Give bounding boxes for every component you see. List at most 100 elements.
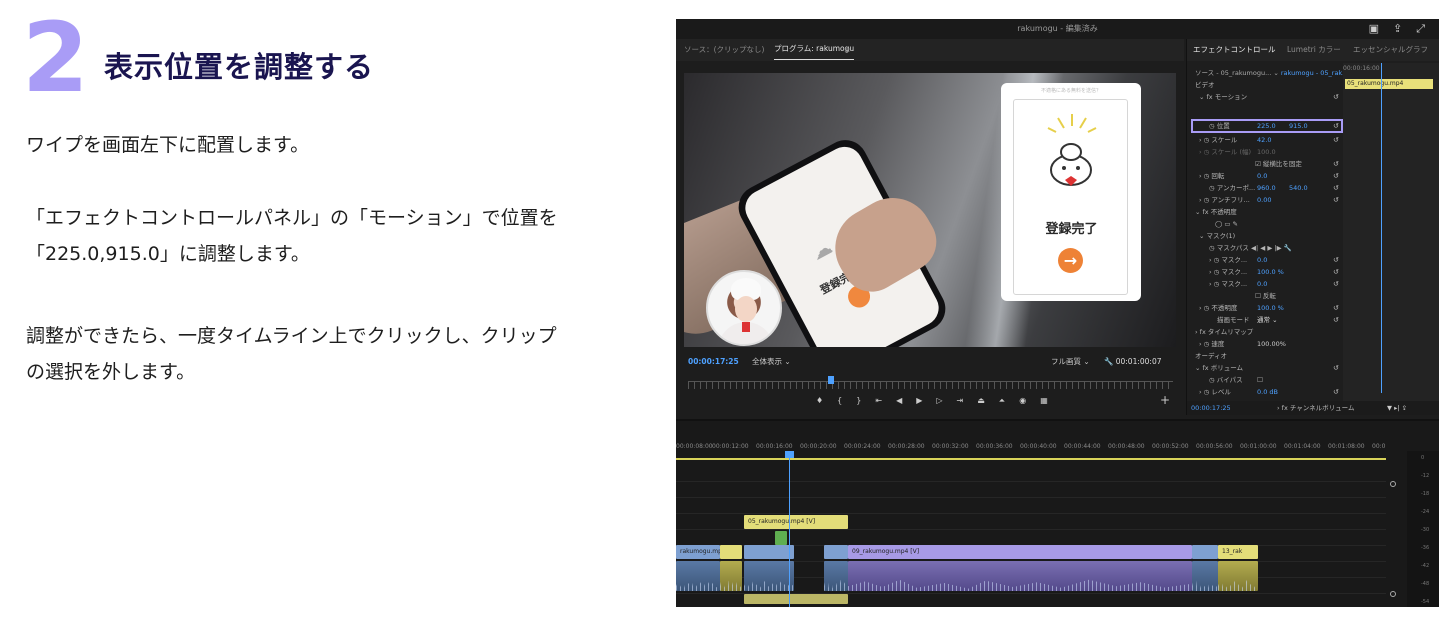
wipe-circle[interactable] xyxy=(706,270,782,346)
timeline-playhead[interactable] xyxy=(785,451,794,458)
reset-icon[interactable]: ↺ xyxy=(1333,278,1339,290)
timeline-zoom-scroll[interactable] xyxy=(1388,461,1400,607)
ec-row-rotation[interactable]: › ◷ 回転 0.0 ↺ xyxy=(1195,170,1341,182)
share-icon[interactable]: ⇪ xyxy=(1393,22,1402,36)
mark-in-icon[interactable]: { xyxy=(837,396,842,410)
ec-row-scale[interactable]: › ◷ スケール 42.0 ↺ xyxy=(1195,134,1341,146)
go-to-out-icon[interactable]: ⇥ xyxy=(957,396,964,410)
go-to-in-icon[interactable]: ⇤ xyxy=(875,396,882,410)
tab-effect-controls[interactable]: エフェクトコントロール xyxy=(1193,39,1276,61)
reset-icon[interactable]: ↺ xyxy=(1333,266,1339,278)
reset-icon[interactable]: ↺ xyxy=(1333,182,1339,194)
reset-icon[interactable]: ↺ xyxy=(1333,362,1339,374)
ec-mini-timeline[interactable]: 00:00:16:00 05_rakumogu.mp4 xyxy=(1343,63,1439,415)
tab-essential-graphics[interactable]: エッセンシャルグラフ xyxy=(1353,39,1428,61)
monitor-playhead[interactable] xyxy=(828,376,834,384)
clip-v1-blue-2[interactable] xyxy=(824,545,848,559)
reset-icon[interactable]: ↺ xyxy=(1333,386,1339,398)
audio-clip[interactable] xyxy=(676,561,720,591)
step-back-icon[interactable]: ◀ xyxy=(896,396,902,410)
anchor-x-value[interactable]: 960.0 xyxy=(1257,182,1276,194)
mask-feather-value[interactable]: 0.0 xyxy=(1257,254,1267,266)
ec-channel-volume[interactable]: › fx チャンネルボリューム xyxy=(1277,401,1355,415)
ec-row-opacity[interactable]: › ◷ 不透明度 100.0 % ↺ xyxy=(1195,302,1341,314)
scroll-handle-top[interactable] xyxy=(1390,481,1396,487)
reset-icon[interactable]: ↺ xyxy=(1333,91,1339,103)
tab-source-monitor[interactable]: ソース：(クリップなし) xyxy=(684,39,764,61)
clip-green[interactable] xyxy=(775,531,787,545)
ec-row-speed[interactable]: › ◷ 速度 100.00% xyxy=(1195,338,1341,350)
panel-menu-icon[interactable]: ≡ xyxy=(844,39,850,61)
filter-icon[interactable]: ▼ ▸| ⇪ xyxy=(1387,401,1407,415)
reset-icon[interactable]: ↺ xyxy=(1333,120,1339,132)
timeline-playhead-line[interactable] xyxy=(789,451,790,607)
ec-row-motion[interactable]: ⌄ fx モーション ↺ xyxy=(1195,91,1341,103)
ec-playhead[interactable] xyxy=(1381,63,1382,393)
clip-v1-blue[interactable] xyxy=(744,545,794,559)
timeline-panel[interactable]: 00:00:08:00 00:00:12:00 00:00:16:00 00:0… xyxy=(676,419,1439,607)
ec-row-mask[interactable]: ⌄ マスク(1) xyxy=(1195,230,1341,242)
work-area-bar[interactable] xyxy=(676,458,1386,460)
blend-select[interactable]: 通常 ⌄ xyxy=(1257,314,1278,326)
ec-row-opacity-header[interactable]: ⌄ fx 不透明度 xyxy=(1195,206,1341,218)
ec-row-uniform[interactable]: ☑ 縦横比を固定 ↺ xyxy=(1195,158,1341,170)
ec-source[interactable]: ソース - 05_rakumogu... ⌄ rakumogu - 05_rak… xyxy=(1195,67,1348,77)
program-video[interactable]: ☁ 登録完了 不適格にある無料を送信？ 登録完了 → xyxy=(684,73,1176,347)
wrench-icon[interactable]: 🔧 xyxy=(1104,357,1113,366)
ec-timecode[interactable]: 00:00:17:25 xyxy=(1191,404,1231,412)
monitor-scrub-bar[interactable] xyxy=(688,376,1173,389)
audio-clip[interactable] xyxy=(1192,561,1218,591)
audio-clip[interactable] xyxy=(848,561,1192,591)
ec-row-mask-feather[interactable]: › ◷ マスク... 0.0 ↺ xyxy=(1195,254,1341,266)
opacity-value[interactable]: 100.0 % xyxy=(1257,302,1284,314)
audio-clip-a2[interactable] xyxy=(744,594,848,604)
position-x-value[interactable]: 225.0 xyxy=(1257,120,1276,132)
ec-row-mask-path[interactable]: ◷ マスクパス ◀| ◀ ▶ |▶ 🔧 xyxy=(1195,242,1341,254)
reset-icon[interactable]: ↺ xyxy=(1333,302,1339,314)
marker-icon[interactable]: ♦ xyxy=(816,396,823,410)
lift-icon[interactable]: ⏏ xyxy=(977,396,985,410)
reset-icon[interactable]: ↺ xyxy=(1333,170,1339,182)
antiflicker-value[interactable]: 0.00 xyxy=(1257,194,1271,206)
ec-clip-bar[interactable]: 05_rakumogu.mp4 xyxy=(1345,79,1433,89)
zoom-select[interactable]: 全体表示 ⌄ xyxy=(752,353,791,371)
clip-v2[interactable]: 05_rakumogu.mp4 [V] xyxy=(744,515,848,529)
tab-lumetri[interactable]: Lumetri カラー xyxy=(1287,39,1341,61)
position-y-value[interactable]: 915.0 xyxy=(1289,120,1308,132)
reset-icon[interactable]: ↺ xyxy=(1333,194,1339,206)
playhead-timecode[interactable]: 00:00:17:25 xyxy=(688,353,739,371)
speed-value[interactable]: 100.00% xyxy=(1257,338,1286,350)
clip-v1-main[interactable]: 09_rakumogu.mp4 [V] xyxy=(848,545,1192,559)
clip-v1-left[interactable]: rakumogu.mp4 xyxy=(676,545,720,559)
quality-select[interactable]: フル画質 ⌄ xyxy=(1051,353,1090,371)
ec-row-bypass[interactable]: ◷ バイパス ☐ xyxy=(1195,374,1341,386)
audio-clip[interactable] xyxy=(1218,561,1258,591)
mark-out-icon[interactable]: } xyxy=(856,396,861,410)
play-icon[interactable]: ▶ xyxy=(916,396,922,410)
clip-v1-right[interactable]: 13_rak xyxy=(1218,545,1258,559)
step-forward-icon[interactable]: ▷ xyxy=(936,396,942,410)
mask-opacity-value[interactable]: 100.0 % xyxy=(1257,266,1284,278)
anchor-y-value[interactable]: 540.0 xyxy=(1289,182,1308,194)
ec-row-anchor[interactable]: ◷ アンカーポ... 960.0 540.0 ↺ xyxy=(1195,182,1341,194)
audio-clip[interactable] xyxy=(720,561,742,591)
audio-clip[interactable] xyxy=(744,561,794,591)
add-button-icon[interactable]: + xyxy=(1160,393,1170,407)
ec-row-mask-opacity[interactable]: › ◷ マスク... 100.0 % ↺ xyxy=(1195,266,1341,278)
level-value[interactable]: 0.0 dB xyxy=(1257,386,1278,398)
ec-row-level[interactable]: › ◷ レベル 0.0 dB ↺ xyxy=(1195,386,1341,398)
mask-expand-value[interactable]: 0.0 xyxy=(1257,278,1267,290)
ec-row-mask-expand[interactable]: › ◷ マスク... 0.0 ↺ xyxy=(1195,278,1341,290)
reset-icon[interactable]: ↺ xyxy=(1333,254,1339,266)
ec-row-antiflicker[interactable]: › ◷ アンチフリ... 0.00 ↺ xyxy=(1195,194,1341,206)
reset-icon[interactable]: ↺ xyxy=(1333,158,1339,170)
ec-row-blend[interactable]: 描画モード 通常 ⌄ ↺ xyxy=(1195,314,1341,326)
rotation-value[interactable]: 0.0 xyxy=(1257,170,1267,182)
fullscreen-icon[interactable]: ⤢ xyxy=(1416,22,1425,36)
clip-v1-yellow[interactable] xyxy=(720,545,742,559)
ec-row-volume[interactable]: ⌄ fx ボリューム ↺ xyxy=(1195,362,1341,374)
audio-clip[interactable] xyxy=(824,561,848,591)
reset-icon[interactable]: ↺ xyxy=(1333,314,1339,326)
ec-row-invert[interactable]: ☐ 反転 xyxy=(1195,290,1341,302)
scale-value[interactable]: 42.0 xyxy=(1257,134,1271,146)
